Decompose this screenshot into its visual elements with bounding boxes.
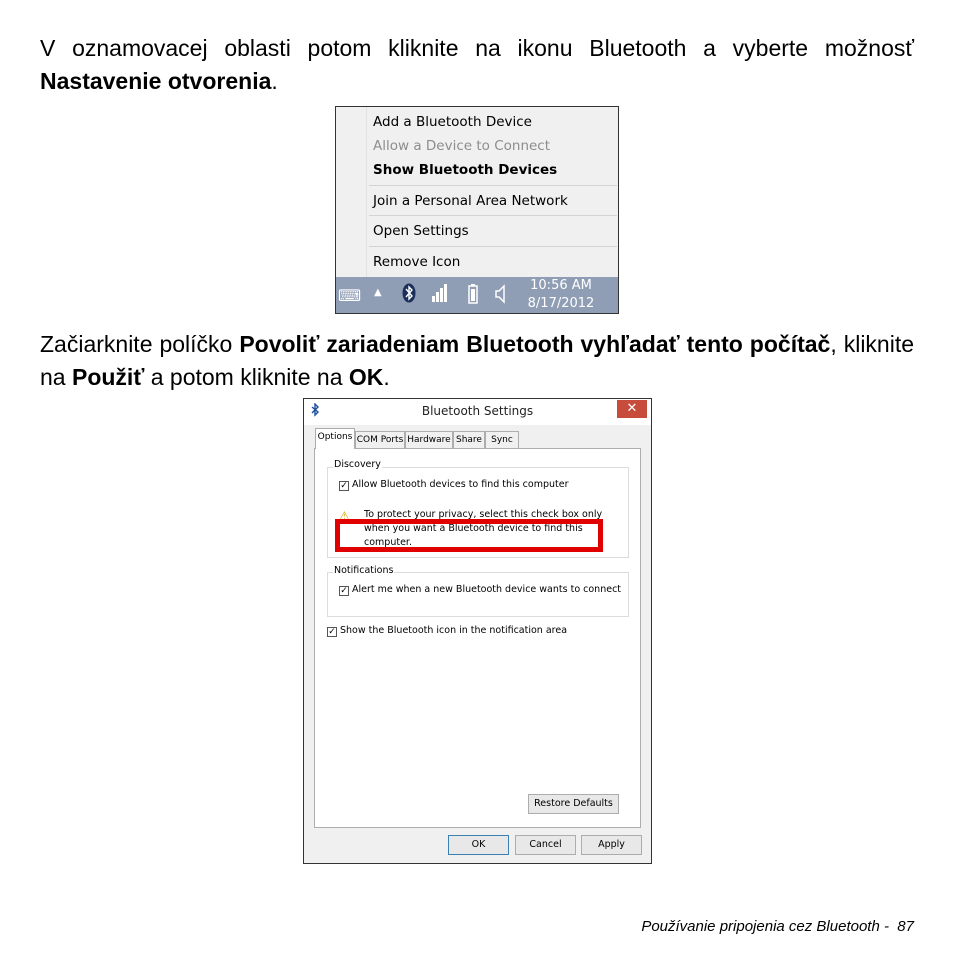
taskbar-notification-area: ⌨ ▲ 10:56 AM 8/17/2012 [336, 277, 618, 313]
show-icon-checkbox-row[interactable]: ✓ Show the Bluetooth icon in the notifica… [327, 625, 567, 637]
tab-options[interactable]: Options [315, 428, 355, 449]
menu-item-add-device[interactable]: Add a Bluetooth Device [373, 114, 532, 130]
menu-separator [369, 185, 617, 186]
alert-checkbox-row[interactable]: ✓ Alert me when a new Bluetooth device wa… [339, 584, 621, 596]
menu-gutter [366, 107, 367, 277]
menu-item-join-pan[interactable]: Join a Personal Area Network [373, 193, 568, 209]
highlight-box [335, 519, 603, 552]
step1-action: Nastavenie otvorenia [40, 68, 272, 94]
step2-text: Začiarknite políčko [40, 331, 240, 357]
instruction-step-1: V oznamovacej oblasti potom kliknite na … [40, 32, 914, 98]
tab-sync[interactable]: Sync [485, 431, 519, 448]
show-icon-label: Show the Bluetooth icon in the notificat… [340, 625, 568, 636]
alert-label: Alert me when a new Bluetooth device wan… [352, 584, 622, 595]
menu-item-remove-icon[interactable]: Remove Icon [373, 254, 460, 270]
apply-button[interactable]: Apply [581, 835, 642, 855]
volume-icon[interactable] [494, 284, 506, 304]
menu-separator [369, 215, 617, 216]
tab-com-ports[interactable]: COM Ports [355, 431, 405, 448]
alert-checkbox[interactable]: ✓ [339, 586, 349, 596]
clock-date[interactable]: 8/17/2012 [520, 296, 602, 311]
options-tab-panel: Discovery ✓ Allow Bluetooth devices to fi… [314, 448, 641, 828]
close-button[interactable]: ✕ [617, 400, 647, 418]
step2-end: . [383, 364, 390, 390]
page-footer: Používanie pripojenia cez Bluetooth - 87 [641, 918, 914, 935]
allow-discovery-checkbox[interactable]: ✓ [339, 481, 349, 491]
cancel-button[interactable]: Cancel [515, 835, 576, 855]
step1-end: . [271, 68, 278, 94]
bluetooth-context-menu-screenshot: Add a Bluetooth Device Allow a Device to… [335, 106, 619, 314]
discovery-label: Discovery [333, 459, 382, 470]
show-icon-checkbox[interactable]: ✓ [327, 627, 337, 637]
chevron-up-icon[interactable]: ▲ [374, 287, 382, 298]
instruction-step-2: Začiarknite políčko Povoliť zariadeniam … [40, 328, 914, 394]
menu-item-open-settings[interactable]: Open Settings [373, 223, 469, 239]
menu-separator [369, 246, 617, 247]
step2-apply: Použiť [71, 364, 145, 390]
step1-text: V oznamovacej oblasti potom kliknite na … [40, 35, 914, 61]
menu-item-allow-connect: Allow a Device to Connect [373, 138, 551, 154]
network-icon[interactable] [431, 282, 449, 304]
step2-text-middle2: a potom kliknite na [144, 364, 349, 390]
dialog-title-bar: Bluetooth Settings ✕ [304, 399, 651, 425]
step2-option: Povoliť zariadeniam Bluetooth vyhľadať t… [239, 331, 831, 357]
bluetooth-settings-dialog: Bluetooth Settings ✕ Options COM Ports H… [303, 398, 652, 864]
tab-hardware[interactable]: Hardware [405, 431, 453, 448]
step2-ok: OK [348, 364, 384, 390]
menu-item-show-devices[interactable]: Show Bluetooth Devices [373, 162, 557, 178]
allow-discovery-checkbox-row[interactable]: ✓ Allow Bluetooth devices to find this co… [339, 479, 568, 491]
bluetooth-icon[interactable] [402, 283, 416, 303]
clock-time[interactable]: 10:56 AM [520, 278, 602, 293]
restore-defaults-button[interactable]: Restore Defaults [528, 794, 619, 814]
tab-share[interactable]: Share [453, 431, 485, 448]
battery-icon[interactable] [468, 284, 478, 304]
allow-discovery-label: Allow Bluetooth devices to find this com… [352, 479, 569, 490]
ok-button[interactable]: OK [448, 835, 509, 855]
notifications-label: Notifications [333, 565, 395, 576]
context-menu: Add a Bluetooth Device Allow a Device to… [336, 107, 618, 277]
dialog-title: Bluetooth Settings [421, 404, 534, 418]
keyboard-icon[interactable]: ⌨ [338, 286, 361, 305]
